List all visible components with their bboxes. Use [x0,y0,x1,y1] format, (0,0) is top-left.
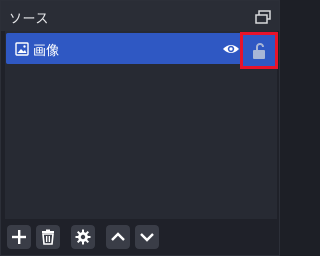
lock-toggle[interactable] [240,32,278,69]
source-name: 画像 [33,44,60,59]
undock-icon[interactable] [255,9,271,24]
chevron-down-icon [140,233,154,242]
gear-icon [75,229,91,245]
move-up-button[interactable] [106,225,130,249]
image-icon [15,41,29,56]
panel-titlebar: ソース [1,1,279,31]
source-toolbar [5,225,277,253]
remove-source-button[interactable] [36,225,60,249]
move-down-button[interactable] [135,225,159,249]
add-icon [12,230,26,244]
source-properties-button[interactable] [71,225,95,249]
chevron-up-icon [111,232,125,241]
trash-icon [42,229,54,245]
source-item[interactable]: 画像 [6,32,278,69]
panel-title: ソース [9,12,49,27]
eye-icon[interactable] [222,41,240,55]
source-list: 画像 [5,31,278,219]
sources-panel: ソース 画像 [0,0,280,256]
add-source-button[interactable] [7,225,31,249]
unlock-icon [253,43,265,59]
